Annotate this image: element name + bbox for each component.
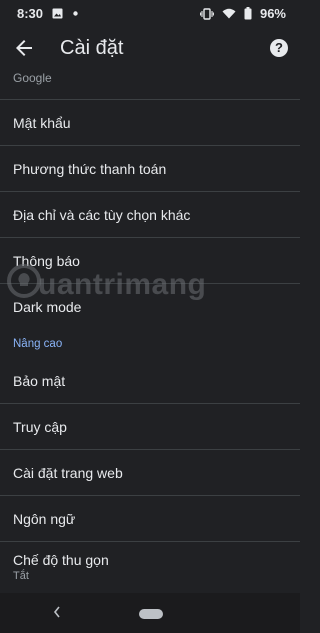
- settings-item-languages[interactable]: Ngôn ngữ: [0, 496, 300, 542]
- settings-item-lite-mode[interactable]: Chế độ thu gọn Tắt: [0, 542, 300, 598]
- status-bar: 8:30 96%: [0, 0, 300, 28]
- lite-mode-value: Tắt: [13, 570, 29, 582]
- settings-list: Google Mật khẩu Phương thức thanh toán Đ…: [0, 72, 300, 598]
- arrow-back-icon: [16, 40, 32, 56]
- status-notification-icons: [52, 8, 78, 19]
- image-notification-icon: [52, 8, 63, 19]
- navigation-bar: [0, 593, 300, 633]
- help-icon: ?: [275, 40, 283, 55]
- advanced-section-header: Nâng cao: [13, 338, 63, 350]
- settings-item-site-settings[interactable]: Cài đặt trang web: [0, 450, 300, 496]
- status-time: 8:30: [17, 6, 44, 21]
- settings-item-passwords[interactable]: Mật khẩu: [0, 100, 300, 146]
- dot-notification-icon: [73, 11, 78, 16]
- settings-item-notifications[interactable]: Thông báo: [0, 238, 300, 284]
- wifi-icon: [222, 8, 236, 19]
- lite-mode-label: Chế độ thu gọn: [13, 552, 109, 568]
- app-bar: Cài đặt ?: [0, 28, 300, 72]
- back-button[interactable]: [12, 36, 36, 60]
- vibrate-icon: [200, 7, 214, 20]
- nav-home-pill[interactable]: [139, 609, 163, 619]
- settings-item-payment-methods[interactable]: Phương thức thanh toán: [0, 146, 300, 192]
- help-button[interactable]: ?: [270, 39, 288, 57]
- battery-icon: [244, 7, 252, 20]
- settings-item-addresses[interactable]: Địa chỉ và các tùy chọn khác: [0, 192, 300, 238]
- settings-item-security[interactable]: Bảo mật: [0, 358, 300, 404]
- settings-item-accessibility[interactable]: Truy cập: [0, 404, 300, 450]
- page-title: Cài đặt: [60, 37, 124, 59]
- status-system-icons: 96%: [200, 6, 286, 21]
- nav-back-button[interactable]: [52, 605, 62, 624]
- settings-item-dark-mode[interactable]: Dark mode: [0, 284, 300, 330]
- battery-percent: 96%: [259, 6, 286, 21]
- google-section-label: Google: [0, 72, 300, 100]
- chevron-left-icon: [53, 606, 60, 618]
